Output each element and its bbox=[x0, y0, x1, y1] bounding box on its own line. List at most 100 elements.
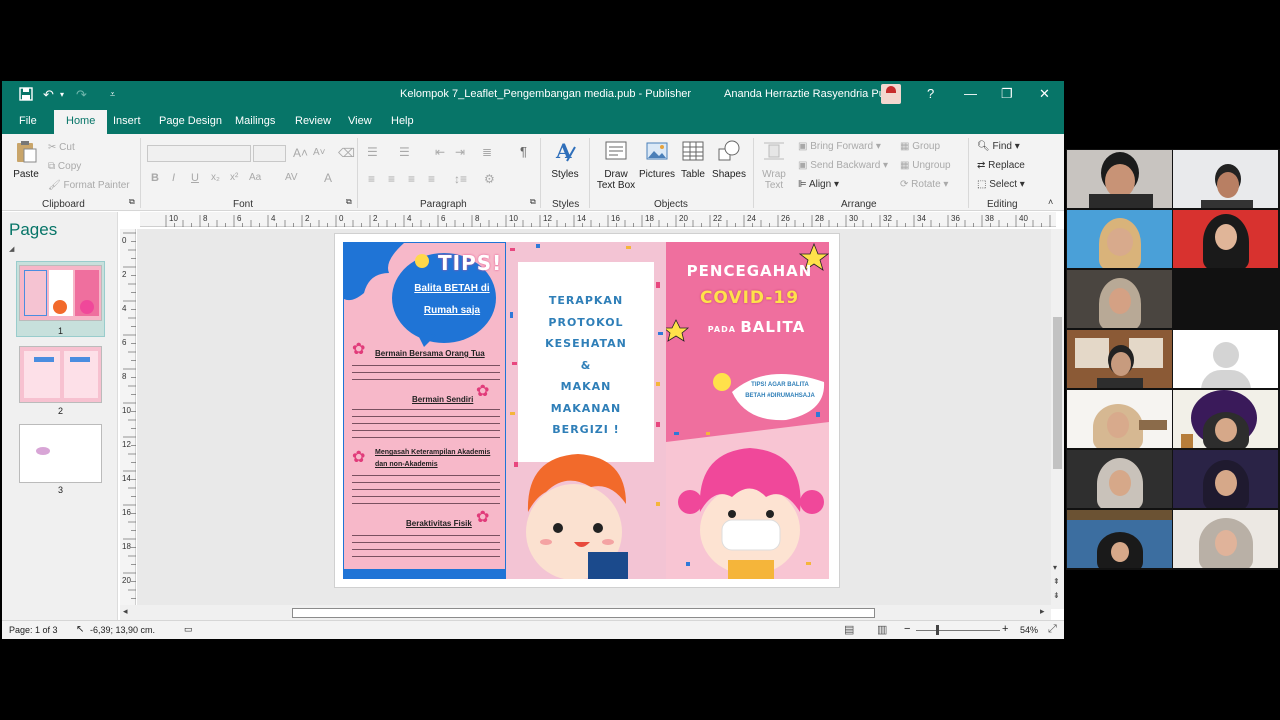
participant-tile[interactable] bbox=[1173, 390, 1278, 448]
tab-mailings[interactable]: Mailings bbox=[235, 115, 275, 127]
participant-tile[interactable] bbox=[1067, 210, 1172, 268]
tab-insert[interactable]: Insert bbox=[113, 115, 141, 127]
font-name-box[interactable] bbox=[147, 145, 251, 162]
ungroup-button[interactable]: ▦ Ungroup bbox=[900, 160, 951, 171]
paragraph-launcher-icon[interactable]: ⧉ bbox=[530, 197, 536, 207]
user-name[interactable]: Ananda Herraztie Rasyendria Putri bbox=[724, 88, 894, 100]
leaflet-page[interactable]: TIPS! Balita BETAH di Rumah saja ✿ Berma… bbox=[334, 233, 840, 588]
underline-icon[interactable]: U bbox=[191, 172, 199, 184]
participant-tile[interactable] bbox=[1067, 390, 1172, 448]
vertical-scrollbar[interactable]: ▾ ⇞ ⇟ bbox=[1051, 229, 1064, 609]
page-thumb-1[interactable] bbox=[19, 265, 102, 321]
collapse-ribbon-icon[interactable]: ˄ bbox=[1048, 197, 1053, 207]
page-thumb-3[interactable] bbox=[19, 424, 102, 483]
participant-tile[interactable] bbox=[1173, 210, 1278, 268]
two-page-view-icon[interactable]: ▥ bbox=[877, 623, 887, 636]
cut-button[interactable]: ✂ Cut bbox=[48, 142, 75, 153]
document-canvas[interactable]: TIPS! Balita BETAH di Rumah saja ✿ Berma… bbox=[137, 229, 1052, 605]
vertical-scroll-thumb[interactable] bbox=[1053, 317, 1062, 469]
page-up-icon[interactable]: ⇞ bbox=[1053, 577, 1060, 586]
paste-button[interactable]: Paste bbox=[12, 139, 40, 180]
help-button[interactable]: ? bbox=[927, 86, 934, 101]
select-button[interactable]: ⬚ Select ▾ bbox=[977, 179, 1025, 190]
tab-view[interactable]: View bbox=[348, 115, 372, 127]
grow-font-icon[interactable]: A˄ bbox=[293, 146, 308, 160]
undo-dropdown-icon[interactable]: ▾ bbox=[60, 90, 64, 99]
character-spacing-icon[interactable]: AV bbox=[285, 172, 298, 183]
leaflet-middle-panel[interactable]: TERAPKAN PROTOKOL KESEHATAN & MAKAN MAKA… bbox=[506, 242, 666, 579]
bold-icon[interactable]: B bbox=[151, 172, 159, 184]
zoom-slider[interactable] bbox=[916, 630, 1000, 631]
increase-indent-icon[interactable]: ⇥ bbox=[455, 145, 465, 159]
align-left-icon[interactable]: ≡ bbox=[368, 172, 375, 186]
format-painter-button[interactable]: 🖌 Format Painter bbox=[48, 180, 130, 191]
customize-toolbar-icon[interactable]: ⩡ bbox=[110, 89, 115, 100]
clipboard-launcher-icon[interactable]: ⧉ bbox=[129, 197, 135, 207]
superscript-icon[interactable]: x² bbox=[230, 172, 238, 183]
maximize-button[interactable]: ❐ bbox=[1001, 86, 1013, 102]
align-button[interactable]: ⊫ Align ▾ bbox=[798, 179, 839, 190]
rotate-button[interactable]: ⟳ Rotate ▾ bbox=[900, 179, 948, 190]
participant-tile-no-video[interactable] bbox=[1173, 330, 1278, 388]
table-button[interactable]: Table bbox=[678, 139, 708, 180]
page-down-icon[interactable]: ⇟ bbox=[1053, 591, 1060, 600]
zoom-in-icon[interactable]: + bbox=[1002, 623, 1008, 635]
send-backward-button[interactable]: ▣ Send Backward ▾ bbox=[798, 160, 888, 171]
bring-forward-button[interactable]: ▣ Bring Forward ▾ bbox=[798, 141, 881, 152]
scroll-right-icon[interactable]: ▸ bbox=[1040, 606, 1045, 617]
participant-tile-camera-off[interactable] bbox=[1173, 270, 1278, 328]
tab-home[interactable]: Home bbox=[54, 110, 108, 134]
zoom-level[interactable]: 54% bbox=[1020, 625, 1038, 635]
pictures-button[interactable]: Pictures bbox=[637, 139, 677, 180]
subscript-icon[interactable]: x₂ bbox=[211, 172, 220, 183]
shrink-font-icon[interactable]: A˅ bbox=[313, 147, 326, 158]
wrap-text-button[interactable]: Wrap Text bbox=[760, 139, 788, 191]
leaflet-left-panel[interactable]: TIPS! Balita BETAH di Rumah saja ✿ Berma… bbox=[343, 242, 506, 579]
tab-help[interactable]: Help bbox=[391, 115, 414, 127]
replace-button[interactable]: ⇄ Replace bbox=[977, 160, 1025, 171]
tab-page-design[interactable]: Page Design bbox=[159, 115, 222, 127]
clear-format-icon[interactable]: ⌫ bbox=[338, 146, 355, 160]
zoom-out-icon[interactable]: − bbox=[904, 623, 910, 635]
font-color-icon[interactable]: A bbox=[324, 171, 332, 185]
save-icon[interactable] bbox=[19, 87, 33, 104]
numbering-icon[interactable]: ☰ bbox=[399, 145, 410, 159]
participant-tile[interactable] bbox=[1173, 510, 1278, 568]
styles-button[interactable]: A Styles bbox=[550, 139, 580, 180]
participant-tile[interactable] bbox=[1173, 450, 1278, 508]
close-button[interactable]: ✕ bbox=[1039, 86, 1050, 102]
participant-tile[interactable] bbox=[1067, 150, 1172, 208]
tab-review[interactable]: Review bbox=[295, 115, 331, 127]
leaflet-right-panel[interactable]: PENCEGAHAN COVID-19 PADA BALITA TIPS! AG… bbox=[666, 242, 829, 579]
justify-icon[interactable]: ≡ bbox=[428, 172, 435, 186]
scroll-left-icon[interactable]: ◂ bbox=[123, 606, 128, 617]
align-right-icon[interactable]: ≡ bbox=[408, 172, 415, 186]
font-launcher-icon[interactable]: ⧉ bbox=[346, 197, 352, 207]
decrease-indent-icon[interactable]: ⇤ bbox=[435, 145, 445, 159]
draw-text-box-button[interactable]: Draw Text Box bbox=[596, 139, 636, 191]
single-page-view-icon[interactable]: ▤ bbox=[844, 623, 854, 636]
participant-tile[interactable] bbox=[1067, 330, 1172, 388]
undo-icon[interactable]: ↶ bbox=[43, 87, 54, 103]
tab-file[interactable]: File bbox=[19, 115, 37, 127]
font-size-box[interactable] bbox=[253, 145, 286, 162]
participant-tile[interactable] bbox=[1173, 150, 1278, 208]
paragraph-settings-icon[interactable]: ⚙ bbox=[484, 172, 495, 186]
page-thumb-2[interactable] bbox=[19, 346, 102, 403]
user-avatar[interactable] bbox=[881, 84, 901, 104]
page-status[interactable]: Page: 1 of 3 bbox=[9, 625, 58, 635]
horizontal-scrollbar[interactable]: ◂ ▸ bbox=[120, 605, 1051, 620]
scroll-down-icon[interactable]: ▾ bbox=[1053, 563, 1057, 572]
show-marks-icon[interactable]: ¶ bbox=[520, 144, 527, 159]
participant-tile[interactable] bbox=[1067, 270, 1172, 328]
copy-button[interactable]: ⧉ Copy bbox=[48, 161, 81, 172]
minimize-button[interactable]: — bbox=[964, 86, 977, 101]
fit-page-icon[interactable]: ⤢ bbox=[1048, 623, 1057, 636]
shapes-button[interactable]: Shapes bbox=[712, 139, 746, 180]
collapse-pages-icon[interactable]: ◢ bbox=[9, 245, 14, 253]
zoom-slider-thumb[interactable] bbox=[936, 625, 939, 635]
participant-tile[interactable] bbox=[1067, 450, 1172, 508]
participant-tile[interactable] bbox=[1067, 510, 1172, 568]
bullets-icon[interactable]: ☰ bbox=[367, 145, 378, 159]
columns-icon[interactable]: ≣ bbox=[482, 145, 492, 159]
